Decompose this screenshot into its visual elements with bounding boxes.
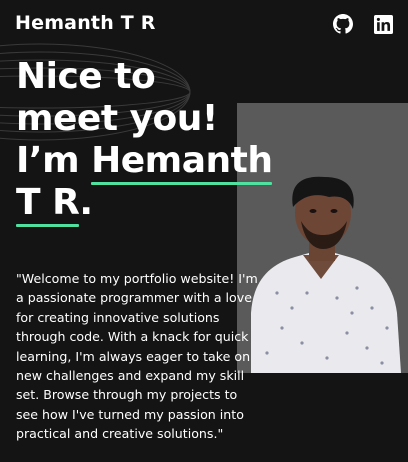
name-highlight-first: Hemanth xyxy=(91,140,273,185)
headline-line-2: meet you! xyxy=(16,98,218,139)
github-icon xyxy=(333,14,353,34)
headline-period: . xyxy=(79,182,93,223)
linkedin-link[interactable] xyxy=(373,14,393,34)
headline-im: I’m xyxy=(16,140,80,181)
hero-headline: Nice to meet you! I’m Hemanth T R. xyxy=(16,56,273,227)
github-link[interactable] xyxy=(333,14,353,34)
linkedin-icon xyxy=(373,14,393,34)
name-highlight-last: T R xyxy=(16,182,80,227)
site-header: Hemanth T R xyxy=(0,0,408,46)
brand-name[interactable]: Hemanth T R xyxy=(15,12,156,34)
headline-line-3: I’m Hemanth xyxy=(16,140,273,185)
headline-line-1: Nice to xyxy=(16,56,156,97)
intro-paragraph: "Welcome to my portfolio website! I'm a … xyxy=(16,271,258,442)
headline-line-4: T R. xyxy=(16,182,256,227)
